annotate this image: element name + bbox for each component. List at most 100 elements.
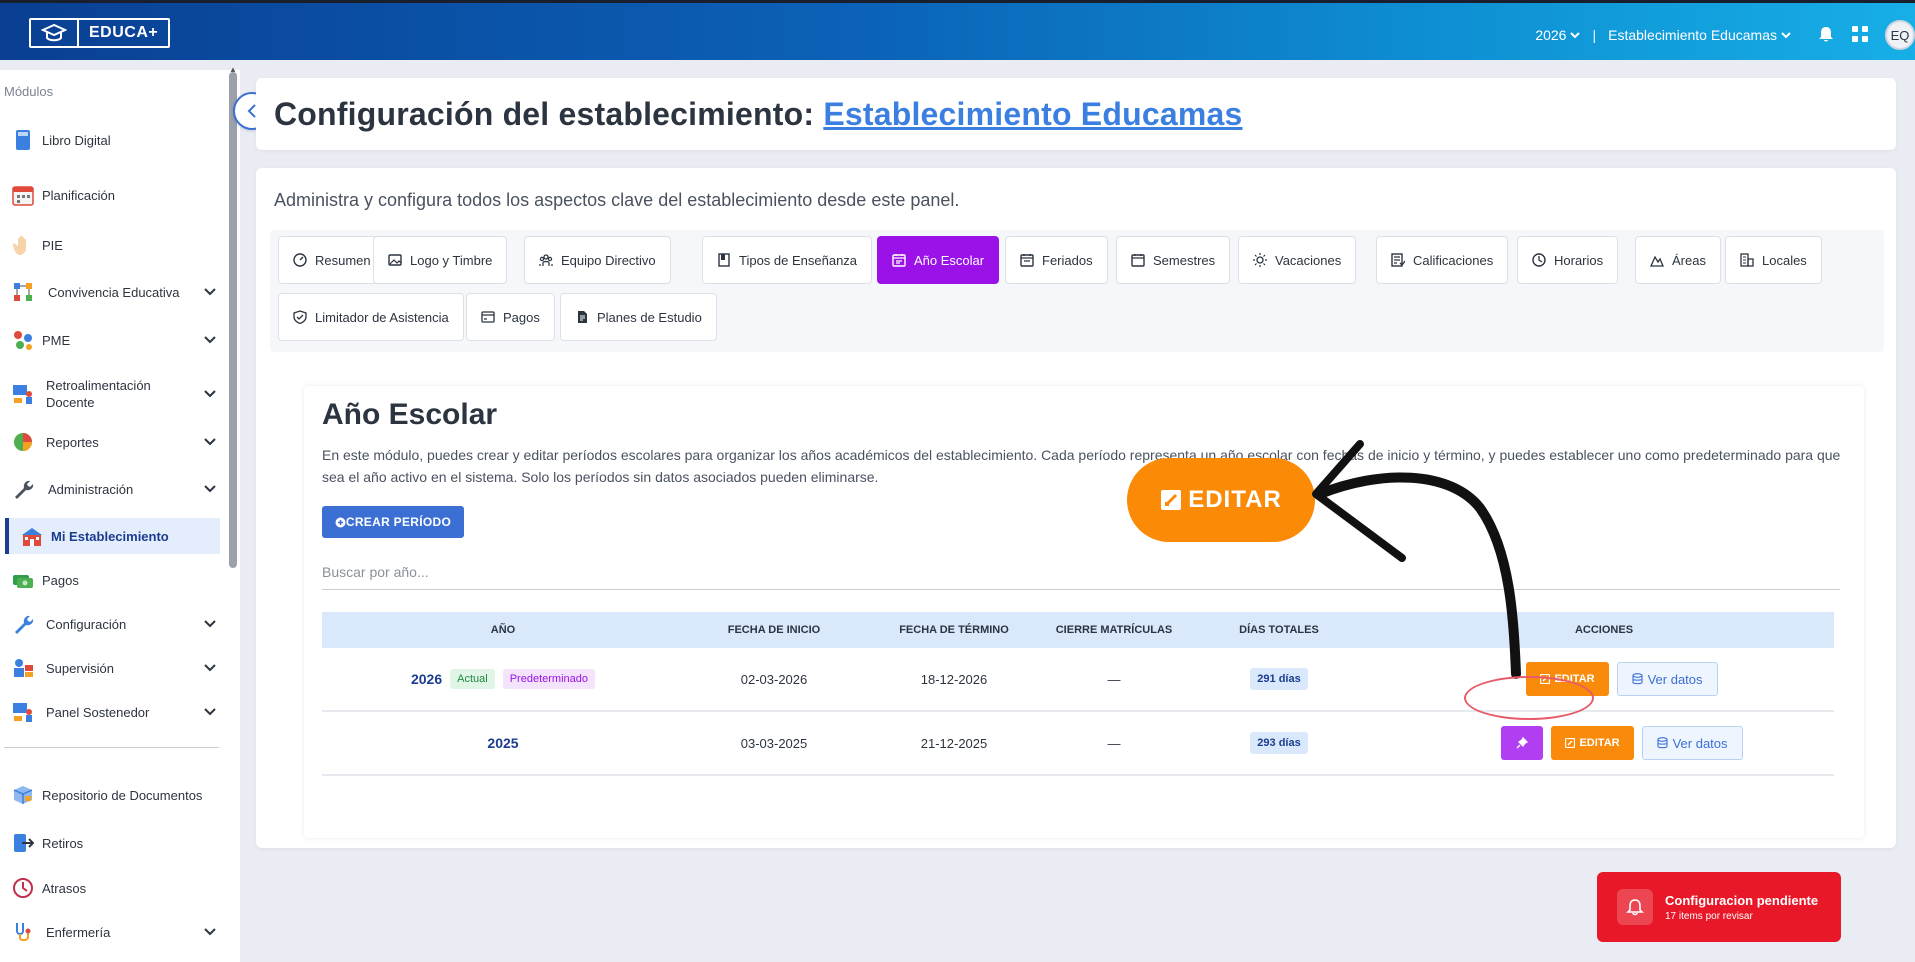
- year-selector[interactable]: 2026: [1535, 27, 1581, 43]
- tab-logo-timbre[interactable]: Logo y Timbre: [373, 236, 508, 284]
- exit-icon: [12, 832, 34, 854]
- sidebar-item-pagos[interactable]: Pagos: [12, 562, 218, 598]
- sidebar-item-label: Pagos: [42, 572, 79, 588]
- tab-locales[interactable]: Locales: [1725, 236, 1822, 284]
- tab-label: Calificaciones: [1413, 252, 1494, 268]
- chevron-down-icon: [204, 438, 216, 446]
- database-icon: [1657, 737, 1668, 749]
- avatar[interactable]: EQ: [1885, 20, 1915, 50]
- tab-areas[interactable]: Áreas: [1635, 236, 1721, 284]
- establishment-value: Establecimiento Educamas: [1608, 27, 1777, 43]
- tab-resumen[interactable]: Resumen: [278, 236, 386, 284]
- tab-ano-escolar[interactable]: Año Escolar: [877, 236, 1000, 284]
- clock-icon: [1532, 253, 1546, 267]
- tab-tipos-ensenanza[interactable]: Tipos de Enseñanza: [702, 236, 873, 284]
- wrench-icon: [12, 478, 34, 500]
- establishment-link[interactable]: Establecimiento Educamas: [823, 96, 1242, 132]
- medical-icon: [12, 921, 34, 943]
- column-header: FECHA DE INICIO: [727, 624, 821, 636]
- supervisor-icon: [12, 657, 34, 679]
- sidebar-item-retroalimentacion-docente[interactable]: Retroalimentación Docente: [12, 372, 218, 416]
- tab-label: Limitador de Asistencia: [315, 309, 449, 325]
- end-date: 21-12-2025: [920, 735, 988, 751]
- tab-planes-estudio[interactable]: Planes de Estudio: [560, 293, 717, 341]
- tab-label: Tipos de Enseñanza: [739, 252, 858, 268]
- create-period-button[interactable]: CREAR PERÍODO: [322, 506, 464, 538]
- sidebar-item-mi-establecimiento[interactable]: Mi Establecimiento: [5, 518, 220, 554]
- tab-feriados[interactable]: Feriados: [1005, 236, 1108, 284]
- logo-text: EDUCA+: [89, 24, 159, 41]
- book-icon: [718, 253, 730, 267]
- sidebar-item-repositorio-documentos[interactable]: Repositorio de Documentos: [12, 773, 218, 817]
- tab-label: Horarios: [1554, 252, 1604, 268]
- sidebar-item-planificacion[interactable]: Planificación: [12, 177, 218, 213]
- sidebar: Módulos ▲ Libro Digital Planificación PI…: [0, 65, 240, 962]
- sidebar-item-administracion[interactable]: Administración: [12, 471, 218, 507]
- tab-vacaciones[interactable]: Vacaciones: [1238, 236, 1357, 284]
- school-year-table: AÑO FECHA DE INICIO FECHA DE TÉRMINO CIE…: [322, 612, 1834, 776]
- mountain-icon: [1650, 255, 1664, 267]
- sidebar-scrollbar[interactable]: [229, 72, 237, 568]
- bell-icon[interactable]: [1817, 25, 1835, 46]
- default-badge: Predeterminado: [502, 669, 595, 689]
- gauge-icon: [293, 253, 307, 267]
- sidebar-item-label: Panel Sostenedor: [46, 704, 150, 720]
- section-title: Año Escolar: [322, 398, 498, 431]
- panel-description: Administra y configura todos los aspecto…: [274, 190, 960, 210]
- tab-pagos[interactable]: Pagos: [466, 293, 555, 341]
- apps-grid-icon[interactable]: [1851, 25, 1869, 46]
- sidebar-item-supervision[interactable]: Supervisión: [12, 650, 218, 686]
- presenter-icon: [12, 701, 34, 723]
- calendar-icon: [1131, 254, 1145, 267]
- tab-label: Logo y Timbre: [410, 252, 493, 268]
- sidebar-item-atrasos[interactable]: Atrasos: [12, 870, 218, 906]
- tab-label: Pagos: [503, 309, 540, 325]
- sidebar-item-convivencia-educativa[interactable]: Convivencia Educativa: [12, 274, 218, 310]
- sidebar-item-label: PME: [42, 332, 71, 348]
- image-icon: [388, 254, 402, 266]
- enrollment-closing: —: [1107, 671, 1121, 687]
- start-date: 03-03-2025: [740, 735, 808, 751]
- tab-label: Semestres: [1153, 252, 1216, 268]
- sidebar-item-retiros[interactable]: Retiros: [12, 825, 218, 861]
- edit-button[interactable]: EDITAR: [1551, 726, 1634, 760]
- top-bar: EDUCA+ 2026 | Establecimiento Educamas E…: [0, 0, 1915, 60]
- sidebar-item-pie[interactable]: PIE: [12, 227, 218, 263]
- tab-limitador-asistencia[interactable]: Limitador de Asistencia: [278, 293, 464, 341]
- sidebar-item-label: Atrasos: [42, 880, 87, 896]
- year-value: 2026: [1535, 27, 1567, 43]
- sidebar-item-configuracion[interactable]: Configuración: [12, 606, 218, 642]
- molecule-icon: [12, 329, 34, 351]
- sidebar-item-reportes[interactable]: Reportes: [12, 424, 218, 460]
- view-data-button[interactable]: Ver datos: [1641, 726, 1743, 760]
- tab-calificaciones[interactable]: Calificaciones: [1376, 236, 1509, 284]
- sidebar-item-label: Retroalimentación Docente: [46, 378, 151, 410]
- clock-icon: [12, 877, 34, 899]
- year-link[interactable]: 2026: [411, 671, 442, 687]
- sidebar-item-libro-digital[interactable]: Libro Digital: [12, 122, 218, 158]
- sidebar-item-enfermeria[interactable]: Enfermería: [12, 914, 218, 950]
- sidebar-item-label: Planificación: [42, 187, 115, 203]
- tab-equipo-directivo[interactable]: Equipo Directivo: [524, 236, 671, 284]
- search-input[interactable]: [322, 554, 1840, 590]
- establishment-selector[interactable]: Establecimiento Educamas: [1608, 27, 1791, 43]
- create-period-label: CREAR PERÍODO: [345, 515, 452, 529]
- teacher-icon: [12, 383, 34, 405]
- page-title-prefix: Configuración del establecimiento:: [274, 96, 815, 132]
- chevron-down-icon: [204, 288, 216, 296]
- app-logo[interactable]: EDUCA+: [29, 18, 171, 48]
- tab-horarios[interactable]: Horarios: [1517, 236, 1619, 284]
- toast-subtitle: 17 items por revisar: [1665, 910, 1753, 922]
- pending-config-toast[interactable]: Configuracion pendiente 17 items por rev…: [1597, 872, 1841, 942]
- current-badge: Actual: [450, 669, 495, 689]
- year-link[interactable]: 2025: [487, 735, 518, 751]
- view-data-button[interactable]: Ver datos: [1616, 662, 1718, 696]
- school-year-section: Año Escolar En este módulo, puedes crear…: [304, 386, 1864, 838]
- sidebar-item-pme[interactable]: PME: [12, 322, 218, 358]
- tab-label: Año Escolar: [914, 252, 985, 268]
- tab-semestres[interactable]: Semestres: [1116, 236, 1231, 284]
- set-default-button[interactable]: [1501, 726, 1544, 760]
- enrollment-closing: —: [1107, 735, 1121, 751]
- sidebar-item-panel-sostenedor[interactable]: Panel Sostenedor: [12, 694, 218, 730]
- pie-chart-icon: [12, 431, 34, 453]
